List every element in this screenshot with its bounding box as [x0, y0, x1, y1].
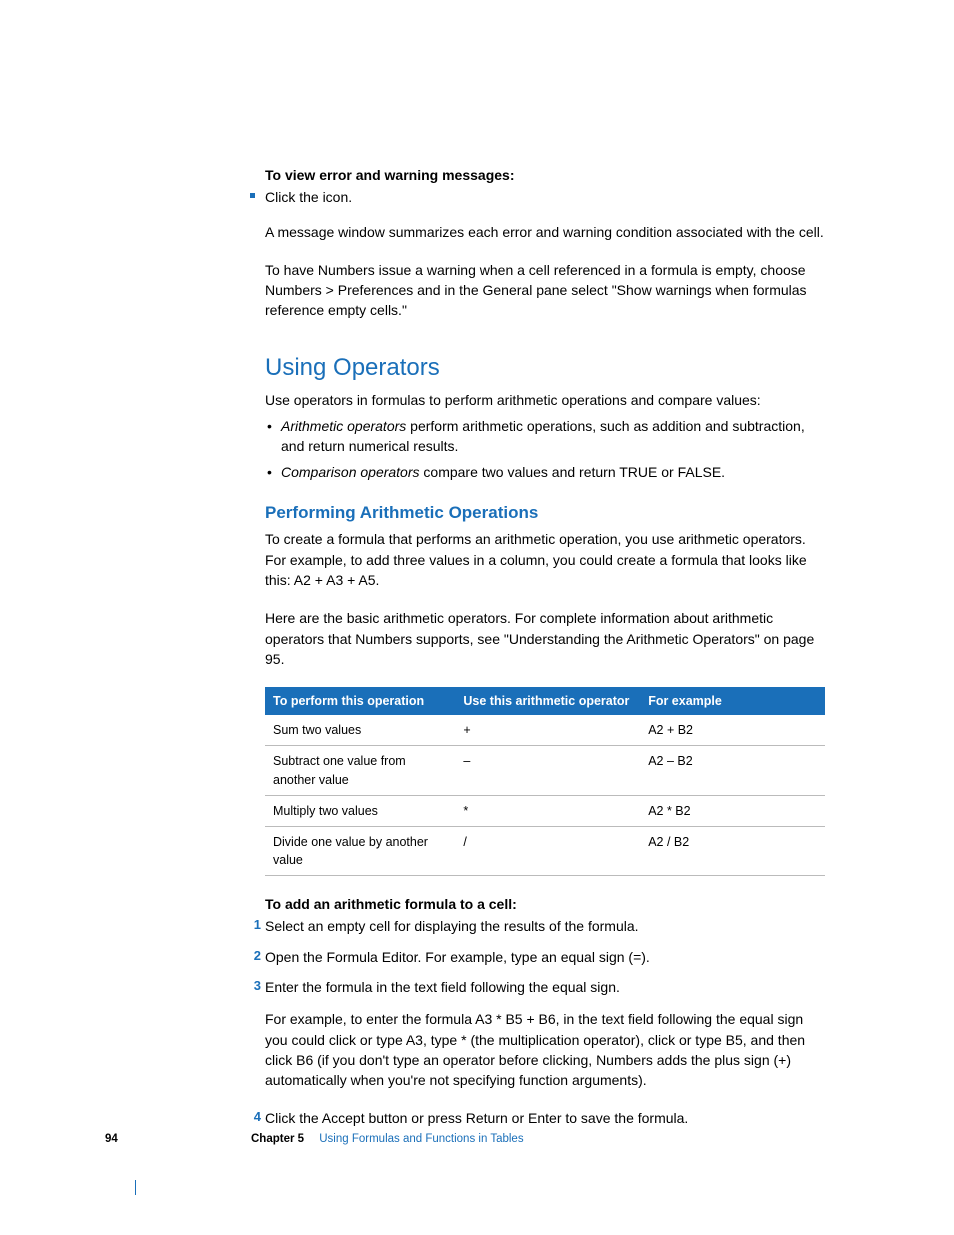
list-item: Comparison operators compare two values … [265, 462, 825, 482]
table-cell: A2 * B2 [640, 795, 825, 826]
subsection-title-arithmetic: Performing Arithmetic Operations [265, 501, 825, 526]
table-row: Subtract one value from another value – … [265, 746, 825, 795]
table-cell: + [455, 715, 640, 746]
vertical-rule [135, 1180, 136, 1195]
list-text: compare two values and return TRUE or FA… [420, 464, 726, 480]
body-text: A message window summarizes each error a… [265, 222, 825, 242]
step-number: 2 [247, 947, 261, 966]
table-cell: Multiply two values [265, 795, 455, 826]
table-cell: Sum two values [265, 715, 455, 746]
body-text: To have Numbers issue a warning when a c… [265, 260, 825, 321]
table-header: To perform this operation [265, 687, 455, 715]
body-text: To create a formula that performs an ari… [265, 529, 825, 590]
table-cell: Subtract one value from another value [265, 746, 455, 795]
step-item: 1 Select an empty cell for displaying th… [265, 916, 825, 936]
operator-types-list: Arithmetic operators perform arithmetic … [265, 416, 825, 483]
bullet-text: Click the icon. [265, 189, 352, 205]
table-row: Divide one value by another value / A2 /… [265, 826, 825, 875]
step-text: Click the Accept button or press Return … [265, 1110, 688, 1126]
square-bullet-icon [250, 193, 255, 198]
document-page: To view error and warning messages: Clic… [0, 0, 954, 1235]
page-number: 94 [105, 1133, 118, 1145]
table-cell: A2 + B2 [640, 715, 825, 746]
table-header-row: To perform this operation Use this arith… [265, 687, 825, 715]
step-number: 1 [247, 916, 261, 935]
chapter-label: Chapter 5 [251, 1133, 304, 1145]
table-cell: * [455, 795, 640, 826]
table-row: Multiply two values * A2 * B2 [265, 795, 825, 826]
table-cell: Divide one value by another value [265, 826, 455, 875]
step-item: 3 Enter the formula in the text field fo… [265, 977, 825, 997]
list-item: Arithmetic operators perform arithmetic … [265, 416, 825, 457]
arithmetic-operators-table: To perform this operation Use this arith… [265, 687, 825, 876]
page-content: To view error and warning messages: Clic… [265, 165, 825, 1129]
table-cell: A2 / B2 [640, 826, 825, 875]
page-footer: 94 Chapter 5 Using Formulas and Function… [105, 1133, 524, 1145]
section-title-using-operators: Using Operators [265, 351, 825, 386]
term-emphasis: Arithmetic operators [281, 418, 406, 434]
table-cell: / [455, 826, 640, 875]
step-text: Open the Formula Editor. For example, ty… [265, 949, 650, 965]
bullet-item: Click the icon. [265, 187, 825, 207]
body-text: Use operators in formulas to perform ari… [265, 390, 825, 410]
step-number: 3 [247, 977, 261, 996]
step-number: 4 [247, 1108, 261, 1127]
body-text: Here are the basic arithmetic operators.… [265, 608, 825, 669]
view-errors-heading: To view error and warning messages: [265, 165, 825, 185]
step-text: Enter the formula in the text field foll… [265, 979, 620, 995]
step-text: Select an empty cell for displaying the … [265, 918, 639, 934]
table-cell: A2 – B2 [640, 746, 825, 795]
table-header: For example [640, 687, 825, 715]
step-item: 4 Click the Accept button or press Retur… [265, 1108, 825, 1128]
term-emphasis: Comparison operators [281, 464, 420, 480]
table-cell: – [455, 746, 640, 795]
step-item: 2 Open the Formula Editor. For example, … [265, 947, 825, 967]
step-extra-text: For example, to enter the formula A3 * B… [265, 1009, 825, 1090]
chapter-title: Using Formulas and Functions in Tables [319, 1133, 523, 1145]
table-header: Use this arithmetic operator [455, 687, 640, 715]
table-row: Sum two values + A2 + B2 [265, 715, 825, 746]
add-formula-heading: To add an arithmetic formula to a cell: [265, 894, 825, 914]
